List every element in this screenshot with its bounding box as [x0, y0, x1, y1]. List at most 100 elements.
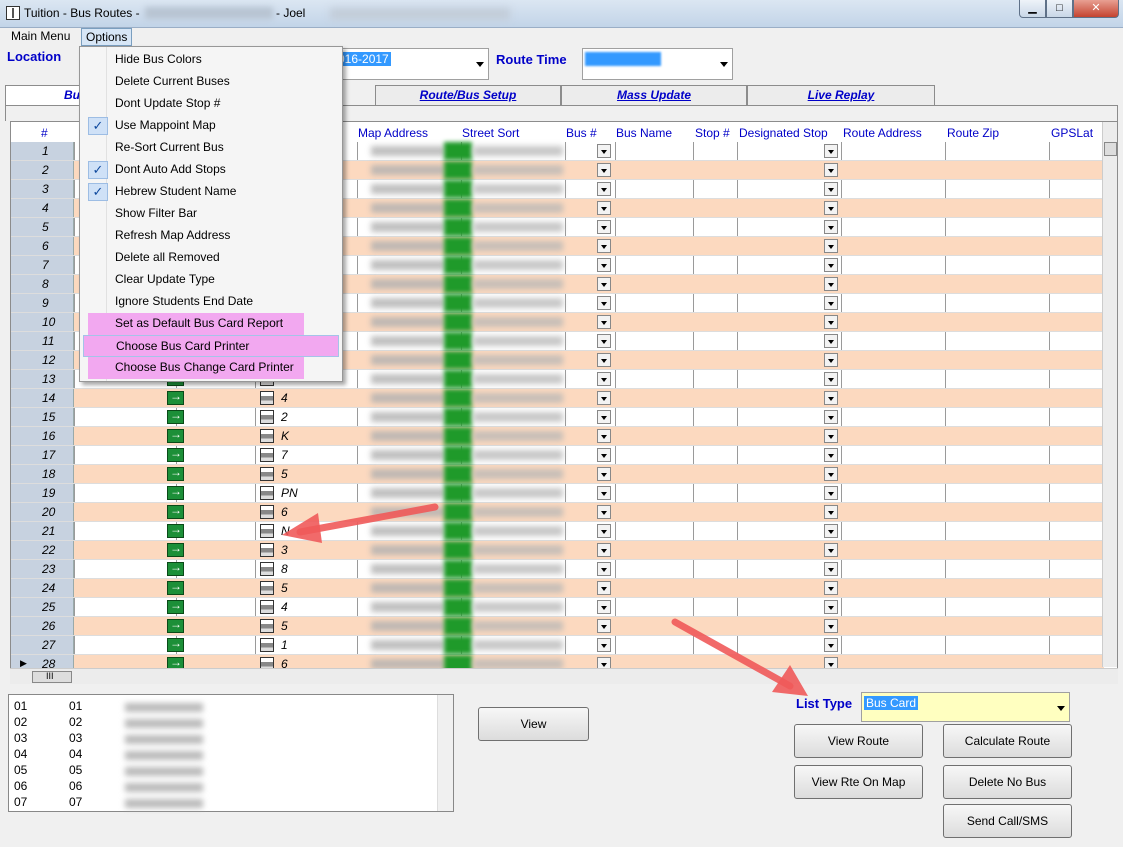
designated-stop-dropdown[interactable] — [824, 353, 838, 367]
row-number-cell[interactable]: 2 — [11, 161, 74, 179]
designated-stop-dropdown[interactable] — [824, 296, 838, 310]
row-number-cell[interactable]: 23 — [11, 560, 74, 578]
list-vertical-scrollbar[interactable] — [437, 695, 453, 811]
go-to-stop-arrow-icon[interactable] — [167, 427, 184, 443]
row-number-cell[interactable]: 14 — [11, 389, 74, 407]
tab-live-replay[interactable]: Live Replay — [747, 85, 935, 105]
designated-stop-dropdown[interactable] — [824, 144, 838, 158]
col-header-gps-lat[interactable]: GPSLat — [1051, 126, 1093, 140]
row-number-cell[interactable]: 18 — [11, 465, 74, 483]
table-row[interactable]: 20 6 — [11, 503, 1104, 522]
designated-stop-dropdown[interactable] — [824, 182, 838, 196]
designated-stop-dropdown[interactable] — [824, 543, 838, 557]
table-row[interactable]: 17 7 — [11, 446, 1104, 465]
row-number-cell[interactable]: 6 — [11, 237, 74, 255]
col-header-bus-name[interactable]: Bus Name — [616, 126, 672, 140]
list-type-select[interactable]: Bus Card — [861, 692, 1070, 722]
bus-number-dropdown[interactable] — [597, 505, 611, 519]
bus-number-dropdown[interactable] — [597, 638, 611, 652]
row-number-cell[interactable]: 17 — [11, 446, 74, 464]
table-row[interactable]: 23 8 — [11, 560, 1104, 579]
col-header-route-zip[interactable]: Route Zip — [947, 126, 999, 140]
printer-icon[interactable] — [260, 410, 274, 424]
tab-route-bus-setup[interactable]: Route/Bus Setup — [375, 85, 561, 105]
designated-stop-dropdown[interactable] — [824, 201, 838, 215]
menu-item-clear-update-type[interactable]: Clear Update Type — [82, 269, 340, 291]
list-item[interactable]: 03 03 — [14, 731, 124, 745]
menu-item-set-as-default-bus-card-report[interactable]: Set as Default Bus Card Report — [88, 313, 304, 335]
go-to-stop-arrow-icon[interactable] — [167, 617, 184, 633]
printer-icon[interactable] — [260, 448, 274, 462]
menu-item-hebrew-student-name[interactable]: ✓ Hebrew Student Name — [82, 181, 340, 203]
menu-item-refresh-map-address[interactable]: Refresh Map Address — [82, 225, 340, 247]
row-number-cell[interactable]: 12 — [11, 351, 74, 369]
table-row[interactable]: 19 PN — [11, 484, 1104, 503]
designated-stop-dropdown[interactable] — [824, 220, 838, 234]
row-number-cell[interactable]: 4 — [11, 199, 74, 217]
printer-icon[interactable] — [260, 600, 274, 614]
row-number-cell[interactable]: 27 — [11, 636, 74, 654]
designated-stop-dropdown[interactable] — [824, 410, 838, 424]
bus-number-dropdown[interactable] — [597, 334, 611, 348]
bus-number-dropdown[interactable] — [597, 277, 611, 291]
designated-stop-dropdown[interactable] — [824, 429, 838, 443]
row-number-cell[interactable]: 13 — [11, 370, 74, 388]
bus-number-dropdown[interactable] — [597, 144, 611, 158]
close-button[interactable]: ✕ — [1073, 0, 1119, 18]
designated-stop-dropdown[interactable] — [824, 391, 838, 405]
col-header-designated-stop[interactable]: Designated Stop — [739, 126, 828, 140]
go-to-stop-arrow-icon[interactable] — [167, 503, 184, 519]
designated-stop-dropdown[interactable] — [824, 486, 838, 500]
row-number-cell[interactable]: 19 — [11, 484, 74, 502]
row-number-cell[interactable]: 1 — [11, 142, 74, 160]
bus-number-dropdown[interactable] — [597, 163, 611, 177]
bus-number-dropdown[interactable] — [597, 258, 611, 272]
menu-item-choose-bus-card-printer[interactable]: Choose Bus Card Printer — [83, 335, 339, 357]
designated-stop-dropdown[interactable] — [824, 163, 838, 177]
bus-number-dropdown[interactable] — [597, 600, 611, 614]
list-item[interactable]: 04 04 — [14, 747, 124, 761]
row-number-cell[interactable]: 16 — [11, 427, 74, 445]
row-number-cell[interactable]: 3 — [11, 180, 74, 198]
scroll-thumb[interactable] — [1104, 142, 1117, 156]
bus-number-dropdown[interactable] — [597, 410, 611, 424]
designated-stop-dropdown[interactable] — [824, 467, 838, 481]
row-number-cell[interactable]: 10 — [11, 313, 74, 331]
menu-item-hide-bus-colors[interactable]: Hide Bus Colors — [82, 49, 340, 71]
table-row[interactable]: 15 2 — [11, 408, 1104, 427]
bus-number-dropdown[interactable] — [597, 581, 611, 595]
printer-icon[interactable] — [260, 543, 274, 557]
list-item[interactable]: 07 07 — [14, 795, 124, 809]
row-number-cell[interactable]: 20 — [11, 503, 74, 521]
go-to-stop-arrow-icon[interactable] — [167, 484, 184, 500]
menu-item-show-filter-bar[interactable]: Show Filter Bar — [82, 203, 340, 225]
row-number-cell[interactable]: 9 — [11, 294, 74, 312]
bus-number-dropdown[interactable] — [597, 239, 611, 253]
row-number-cell[interactable]: 24 — [11, 579, 74, 597]
printer-icon[interactable] — [260, 467, 274, 481]
designated-stop-dropdown[interactable] — [824, 524, 838, 538]
go-to-stop-arrow-icon[interactable] — [167, 541, 184, 557]
tab-mass-update[interactable]: Mass Update — [561, 85, 747, 105]
delete-no-bus-button[interactable]: Delete No Bus — [943, 765, 1072, 799]
row-number-cell[interactable]: 8 — [11, 275, 74, 293]
bus-number-dropdown[interactable] — [597, 220, 611, 234]
row-number-cell[interactable]: 7 — [11, 256, 74, 274]
printer-icon[interactable] — [260, 581, 274, 595]
bus-number-dropdown[interactable] — [597, 619, 611, 633]
printer-icon[interactable] — [260, 505, 274, 519]
designated-stop-dropdown[interactable] — [824, 448, 838, 462]
row-number-cell[interactable]: 5 — [11, 218, 74, 236]
menu-item-dont-update-stop[interactable]: Dont Update Stop # — [82, 93, 340, 115]
view-rte-on-map-button[interactable]: View Rte On Map — [794, 765, 923, 799]
table-row[interactable]: 14 4 — [11, 389, 1104, 408]
bus-number-dropdown[interactable] — [597, 391, 611, 405]
maximize-button[interactable]: □ — [1046, 0, 1073, 18]
route-time-list[interactable]: 01 01 02 02 03 03 04 04 05 05 06 06 07 07 — [8, 694, 454, 812]
row-number-cell[interactable]: 22 — [11, 541, 74, 559]
bus-number-dropdown[interactable] — [597, 296, 611, 310]
go-to-stop-arrow-icon[interactable] — [167, 389, 184, 405]
go-to-stop-arrow-icon[interactable] — [167, 465, 184, 481]
route-time-select[interactable] — [582, 48, 733, 80]
designated-stop-dropdown[interactable] — [824, 619, 838, 633]
